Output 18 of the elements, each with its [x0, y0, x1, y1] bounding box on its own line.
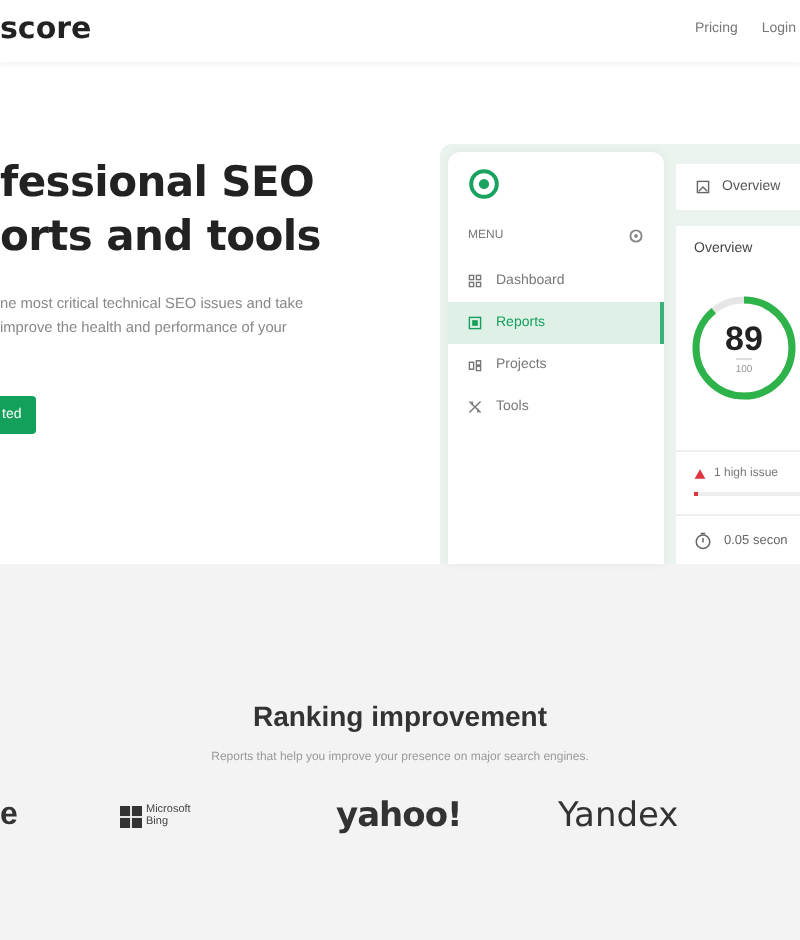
search-engine-logo: e [0, 798, 20, 834]
tools-icon [468, 400, 482, 414]
folders-icon [468, 358, 482, 372]
image-icon [696, 180, 710, 194]
search-engine-logo: yahoo! [336, 796, 464, 836]
score-gauge [688, 292, 800, 404]
warning-icon [694, 468, 706, 480]
section-heading: Ranking improvement [252, 700, 548, 732]
document-icon [468, 316, 482, 330]
timer-icon [694, 531, 712, 549]
grid-icon [468, 274, 482, 288]
target-logo-icon [468, 168, 500, 200]
score-value: 89 [725, 321, 763, 357]
windows-grid-icon [120, 805, 142, 827]
hero-heading: fessional SEO orts and tools [0, 156, 323, 264]
logo-text[interactable]: score [0, 9, 92, 45]
settings-icon[interactable] [628, 228, 644, 244]
search-engine-logo: Yandex [558, 796, 679, 836]
